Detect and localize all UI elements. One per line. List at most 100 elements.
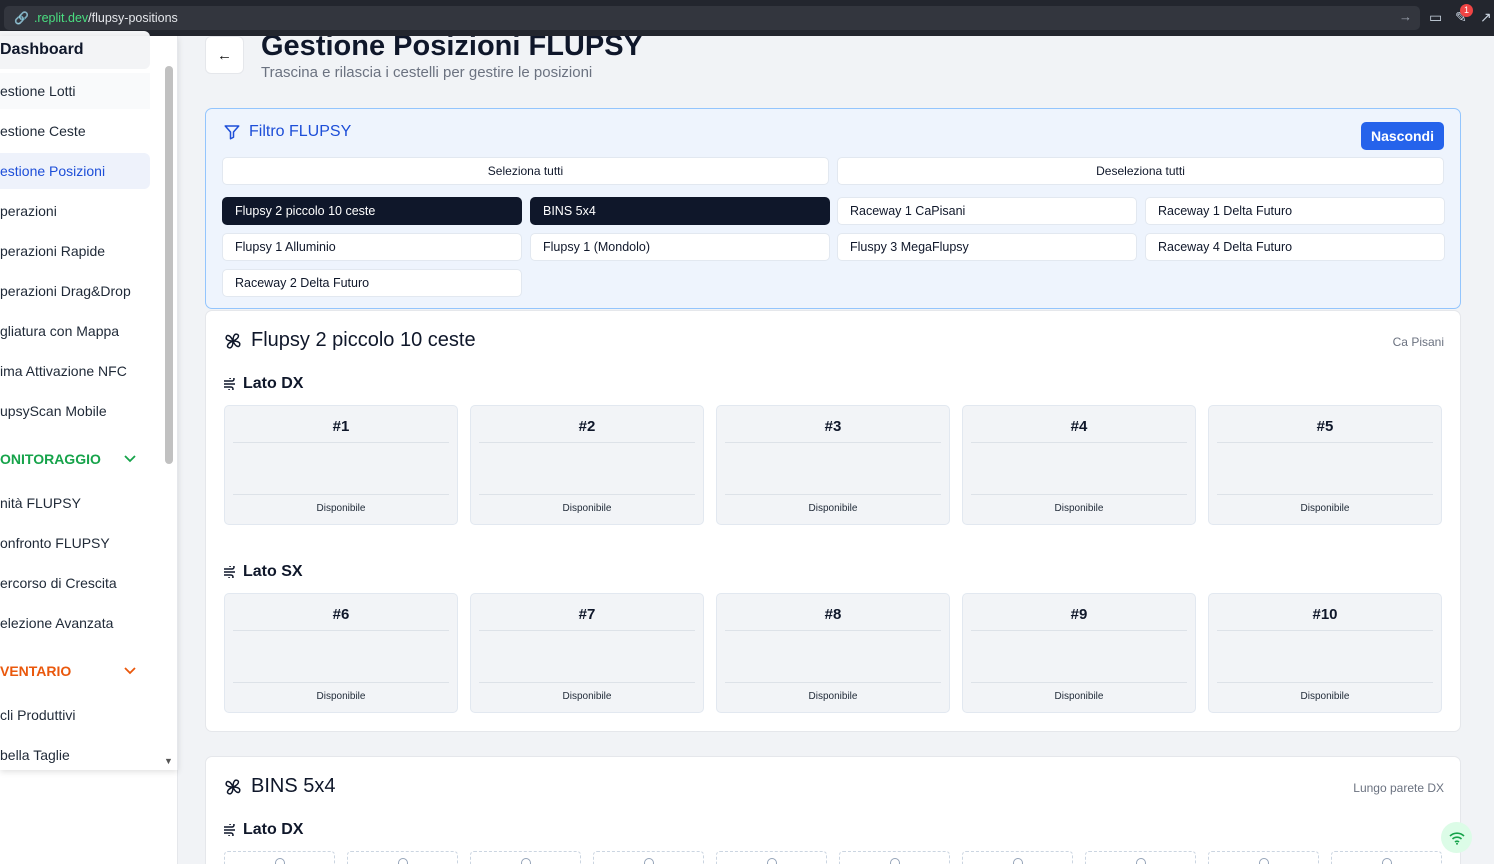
basket-slot[interactable] (1085, 851, 1196, 864)
basket-number: #10 (1312, 606, 1338, 623)
basket-slot[interactable]: #6 Disponibile (224, 593, 458, 713)
address-bar[interactable]: 🔗 .replit.dev /flupsy-positions → (4, 6, 1420, 30)
basket-status: Disponibile (562, 503, 612, 514)
page-subtitle: Trascina e rilascia i cestelli per gesti… (261, 64, 593, 81)
filter-chip[interactable]: Raceway 1 CaPisani (837, 197, 1137, 225)
sidebar-item-cicli-produttivi[interactable]: cli Produttivi (0, 697, 150, 733)
sidebar-item-selezione-avanzata[interactable]: elezione Avanzata (0, 605, 150, 641)
sidebar-item-attivazione-nfc[interactable]: ima Attivazione NFC (0, 353, 150, 389)
flupsy-name: Flupsy 2 piccolo 10 ceste (251, 329, 476, 351)
basket-slot[interactable]: #5 Disponibile (1208, 405, 1442, 525)
arrow-left-icon: ← (217, 46, 232, 64)
sidebar-item-gestione-lotti[interactable]: estione Lotti (0, 73, 150, 109)
back-button[interactable]: ← (205, 36, 244, 74)
basket-slot[interactable] (716, 851, 827, 864)
sidebar-item-label: ima Attivazione NFC (0, 363, 127, 379)
basket-slot[interactable] (1208, 851, 1319, 864)
sidebar-item-label: upsyScan Mobile (0, 403, 107, 419)
basket-slot[interactable] (224, 851, 335, 864)
sidebar-item-operazioni-rapide[interactable]: perazioni Rapide (0, 233, 150, 269)
basket-number: #2 (578, 418, 596, 435)
basket-slot[interactable] (470, 851, 581, 864)
basket-slot[interactable] (593, 851, 704, 864)
basket-status: Disponibile (808, 691, 858, 702)
basket-status: Disponibile (316, 503, 366, 514)
side-label-text: Lato DX (243, 375, 304, 392)
sidebar-item-percorso-crescita[interactable]: ercorso di Crescita (0, 565, 150, 601)
flupsy-location: Ca Pisani (1392, 335, 1444, 349)
basket-status: Disponibile (1054, 691, 1104, 702)
basket-slot[interactable]: #8 Disponibile (716, 593, 950, 713)
sidebar-item-label: perazioni (0, 203, 57, 219)
page-title: Gestione Posizioni FLUPSY (261, 36, 643, 62)
browser-toolbar: 🔗 .replit.dev /flupsy-positions → ▭ ✎ 1 … (0, 0, 1494, 36)
wifi-icon (1448, 831, 1465, 845)
sidebar-item-gestione-ceste[interactable]: estione Ceste (0, 113, 150, 149)
sidebar-item-label: onfronto FLUPSY (0, 535, 110, 551)
fan-icon (225, 332, 241, 349)
flupsy-filter: Filtro FLUPSY Nascondi Seleziona tutti D… (205, 108, 1461, 309)
filter-chip[interactable]: Flupsy 2 piccolo 10 ceste (222, 197, 522, 225)
filter-chip[interactable]: Raceway 2 Delta Futuro (222, 269, 522, 297)
wind-icon (224, 378, 235, 390)
sidebar-item-gestione-posizioni[interactable]: estione Posizioni (0, 153, 150, 189)
sidebar-section-inventario[interactable]: VENTARIO (0, 656, 150, 686)
arrow-right-icon[interactable]: → (1399, 9, 1412, 24)
main-content: ← Gestione Posizioni FLUPSY Trascina e r… (178, 36, 1494, 864)
filter-chip[interactable]: Flupsy 1 Alluminio (222, 233, 522, 261)
basket-slot[interactable]: #9 Disponibile (962, 593, 1196, 713)
sidebar-item-operazioni-dragdrop[interactable]: perazioni Drag&Drop (0, 273, 150, 309)
sidebar-item-unita-flupsy[interactable]: nità FLUPSY (0, 485, 150, 521)
deselect-all-button[interactable]: Deseleziona tutti (837, 157, 1444, 185)
sidebar-item-confronto-flupsy[interactable]: onfronto FLUPSY (0, 525, 150, 561)
monitor-icon[interactable]: ▭ (1429, 9, 1442, 26)
select-all-button[interactable]: Seleziona tutti (222, 157, 829, 185)
sidebar-item-label: estione Posizioni (0, 163, 106, 179)
sidebar-item-label: ercorso di Crescita (0, 575, 117, 591)
basket-slot[interactable]: #3 Disponibile (716, 405, 950, 525)
filter-chip[interactable]: BINS 5x4 (530, 197, 830, 225)
sidebar-item-label: perazioni Drag&Drop (0, 283, 131, 299)
sidebar-item-operazioni[interactable]: perazioni (0, 193, 150, 229)
basket-status: Disponibile (1300, 503, 1350, 514)
hide-filter-button[interactable]: Nascondi (1361, 122, 1444, 150)
external-link-icon[interactable]: ↗ (1480, 9, 1492, 26)
filter-chip[interactable]: Flupsy 1 (Mondolo) (530, 233, 830, 261)
basket-slot[interactable] (347, 851, 458, 864)
basket-slot[interactable]: #7 Disponibile (470, 593, 704, 713)
basket-slot[interactable]: #2 Disponibile (470, 405, 704, 525)
sidebar-item-label: Dashboard (0, 41, 84, 58)
scroll-down-icon[interactable]: ▼ (164, 756, 173, 766)
basket-slot[interactable]: #10 Disponibile (1208, 593, 1442, 713)
wind-icon (224, 824, 235, 836)
basket-slot[interactable] (1331, 851, 1442, 864)
sidebar-item-label: estione Ceste (0, 123, 86, 139)
sidebar-item-label: perazioni Rapide (0, 243, 106, 259)
basket-number: #3 (824, 418, 842, 435)
sidebar-item-flupsyscan[interactable]: upsyScan Mobile (0, 393, 150, 429)
side-label-dx: Lato DX (223, 821, 303, 839)
filter-chip[interactable]: Fluspy 3 MegaFlupsy (837, 233, 1137, 261)
basket-slot[interactable] (839, 851, 950, 864)
basket-status: Disponibile (562, 691, 612, 702)
sidebar-item-tabella-taglie[interactable]: bella Taglie (0, 737, 150, 773)
sidebar-item-vagliatura-mappa[interactable]: gliatura con Mappa (0, 313, 150, 349)
filter-chip[interactable]: Raceway 4 Delta Futuro (1145, 233, 1445, 261)
filter-chip[interactable]: Raceway 1 Delta Futuro (1145, 197, 1445, 225)
sidebar-item-dashboard[interactable]: Dashboard (0, 31, 150, 69)
flupsy-title: BINS 5x4 (223, 775, 335, 798)
basket-number: #7 (578, 606, 596, 623)
sidebar-item-label: gliatura con Mappa (0, 323, 120, 339)
basket-slot[interactable] (962, 851, 1073, 864)
filter-icon (224, 125, 240, 140)
sidebar-item-label: bella Taglie (0, 747, 70, 763)
section-label: VENTARIO (0, 663, 72, 679)
basket-slot[interactable]: #1 Disponibile (224, 405, 458, 525)
basket-slot[interactable]: #4 Disponibile (962, 405, 1196, 525)
flupsy-name: BINS 5x4 (251, 775, 336, 797)
filter-title-label: Filtro FLUPSY (249, 123, 352, 140)
url-host: .replit.dev (33, 11, 89, 25)
sidebar-scrollbar[interactable] (165, 66, 173, 464)
connection-status[interactable] (1441, 822, 1472, 853)
sidebar-section-monitoraggio[interactable]: ONITORAGGIO (0, 444, 150, 474)
